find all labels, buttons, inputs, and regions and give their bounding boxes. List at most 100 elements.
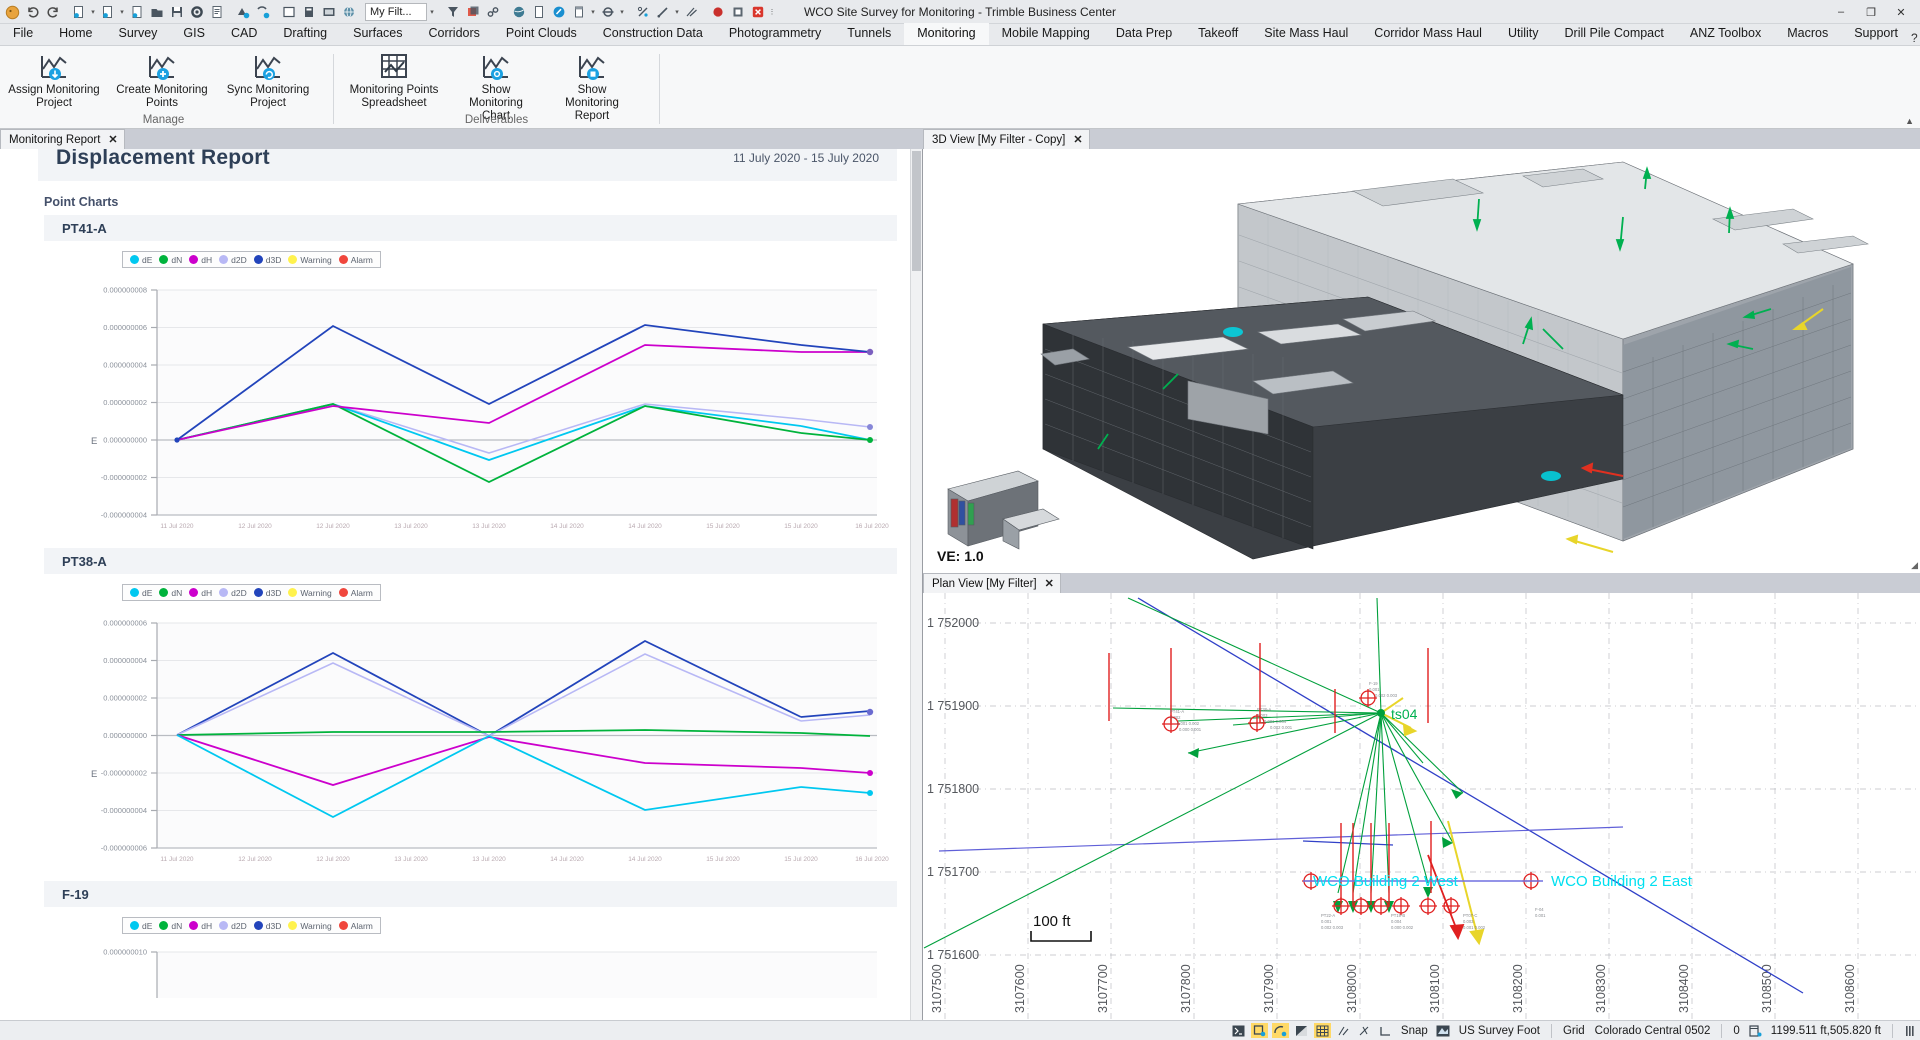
export-icon[interactable] [98, 3, 117, 22]
measure-icon[interactable] [653, 3, 672, 22]
tab-drill-pile-compact[interactable]: Drill Pile Compact [1552, 23, 1677, 45]
tab-macros[interactable]: Macros [1774, 23, 1841, 45]
tab-utility[interactable]: Utility [1495, 23, 1552, 45]
close-icon[interactable]: ✕ [108, 133, 117, 146]
filter-dropdown-icon[interactable]: ▾ [428, 8, 436, 16]
measure-dropdown-icon[interactable]: ▾ [673, 8, 681, 16]
settings-icon[interactable] [187, 3, 206, 22]
stop-icon[interactable] [728, 3, 747, 22]
box-icon[interactable] [299, 3, 318, 22]
close-button[interactable]: ✕ [1886, 1, 1916, 23]
globe-icon[interactable] [339, 3, 358, 22]
tab-anz-toolbox[interactable]: ANZ Toolbox [1677, 23, 1774, 45]
view-3d-pane[interactable]: VE: 1.0 ◢ [923, 149, 1920, 573]
plan-view-canvas[interactable]: 1 752000 1 751900 1 751800 1 751700 1 75… [923, 593, 1920, 1020]
snap-label[interactable]: Snap [1396, 1025, 1433, 1037]
tab-support[interactable]: Support [1841, 23, 1911, 45]
angle-tool-icon[interactable] [682, 3, 701, 22]
point-edit-icon[interactable] [253, 3, 272, 22]
tab-corridor-mass-haul[interactable]: Corridor Mass Haul [1361, 23, 1495, 45]
snap-dropdown-icon[interactable]: ▾ [618, 8, 626, 16]
sync-monitoring-project-button[interactable]: Sync Monitoring Project [216, 46, 320, 110]
tab-construction-data[interactable]: Construction Data [590, 23, 716, 45]
help-icon[interactable]: ? [1911, 31, 1918, 45]
resize-grip-icon[interactable] [1901, 1023, 1918, 1038]
tab-file[interactable]: File [0, 23, 46, 45]
new-project-icon[interactable] [127, 3, 146, 22]
tab-mobile-mapping[interactable]: Mobile Mapping [989, 23, 1103, 45]
show-monitoring-report-button[interactable]: Show Monitoring Report [544, 46, 640, 123]
perp-icon[interactable] [1356, 1023, 1373, 1038]
tangent-icon[interactable] [1335, 1023, 1352, 1038]
angle-icon[interactable] [1377, 1023, 1394, 1038]
filter-selector[interactable]: My Filt... [365, 3, 427, 21]
page-icon[interactable] [529, 3, 548, 22]
save-icon[interactable] [167, 3, 186, 22]
export-dropdown-icon[interactable]: ▾ [118, 8, 126, 16]
plan-view-tab[interactable]: Plan View [My Filter] ✕ [923, 573, 1061, 593]
tab-monitoring[interactable]: Monitoring [904, 23, 988, 45]
curve-snap-icon[interactable] [1272, 1023, 1289, 1038]
tab-photogrammetry[interactable]: Photogrammetry [716, 23, 834, 45]
units-icon[interactable] [1435, 1023, 1452, 1038]
panel-dropdown-icon[interactable]: ▾ [589, 8, 597, 16]
close-icon[interactable]: ✕ [1045, 577, 1054, 590]
units-label[interactable]: US Survey Foot [1454, 1025, 1545, 1037]
maximize-button[interactable]: ❐ [1856, 1, 1886, 23]
tab-takeoff[interactable]: Takeoff [1185, 23, 1251, 45]
window-icon[interactable] [279, 3, 298, 22]
tab-corridors[interactable]: Corridors [415, 23, 492, 45]
point-snap-icon[interactable] [1251, 1023, 1268, 1038]
command-icon[interactable] [1230, 1023, 1247, 1038]
tab-tunnels[interactable]: Tunnels [834, 23, 904, 45]
tab-cad[interactable]: CAD [218, 23, 270, 45]
monitoring-points-spreadsheet-button[interactable]: Monitoring Points Spreadsheet [340, 46, 448, 110]
coordinate-system-label[interactable]: Colorado Central 0502 [1590, 1025, 1716, 1037]
shade-icon[interactable] [1293, 1023, 1310, 1038]
percent-icon[interactable] [633, 3, 652, 22]
redo-icon[interactable] [43, 3, 62, 22]
import-dropdown-icon[interactable]: ▾ [89, 8, 97, 16]
view-3d-tab[interactable]: 3D View [My Filter - Copy] ✕ [923, 129, 1090, 149]
tab-point-clouds[interactable]: Point Clouds [493, 23, 590, 45]
filter-icon[interactable] [443, 3, 462, 22]
pen-icon[interactable] [549, 3, 568, 22]
overflow-icon[interactable]: ⋮ [768, 8, 776, 16]
view-3d-canvas[interactable] [923, 149, 1920, 573]
tab-drafting[interactable]: Drafting [270, 23, 340, 45]
app-menu-icon[interactable] [3, 3, 22, 22]
layers-icon[interactable] [463, 3, 482, 22]
ribbon-collapse-icon[interactable]: ▲ [1905, 116, 1914, 126]
minimize-button[interactable]: – [1826, 1, 1856, 23]
record-icon[interactable] [708, 3, 727, 22]
close-icon[interactable]: ✕ [1073, 133, 1082, 146]
monitoring-report-pane[interactable]: Displacement Report 11 July 2020 - 15 Ju… [0, 149, 923, 1020]
earth-icon[interactable] [509, 3, 528, 22]
panel-icon[interactable] [569, 3, 588, 22]
grid-snap-icon[interactable] [1314, 1023, 1331, 1038]
document-tab-monitoring-report[interactable]: Monitoring Report ✕ [0, 129, 125, 149]
view-3d-resize-grip[interactable]: ◢ [1911, 560, 1918, 571]
report-scrollbar[interactable] [910, 149, 922, 1020]
import-icon[interactable] [69, 3, 88, 22]
create-monitoring-points-button[interactable]: Create Monitoring Points [108, 46, 216, 110]
image-icon[interactable] [319, 3, 338, 22]
undo-icon[interactable] [23, 3, 42, 22]
link-icon[interactable] [483, 3, 502, 22]
grid-label[interactable]: Grid [1558, 1025, 1590, 1037]
point-add-icon[interactable] [233, 3, 252, 22]
tab-survey[interactable]: Survey [106, 23, 171, 45]
tab-data-prep[interactable]: Data Prep [1103, 23, 1185, 45]
report-icon[interactable] [207, 3, 226, 22]
tab-site-mass-haul[interactable]: Site Mass Haul [1251, 23, 1361, 45]
close-red-icon[interactable] [748, 3, 767, 22]
snap-icon[interactable] [598, 3, 617, 22]
tab-gis[interactable]: GIS [170, 23, 218, 45]
tab-surfaces[interactable]: Surfaces [340, 23, 415, 45]
show-monitoring-chart-button[interactable]: Show Monitoring Chart [448, 46, 544, 123]
tab-home[interactable]: Home [46, 23, 105, 45]
plan-view-pane[interactable]: 1 752000 1 751900 1 751800 1 751700 1 75… [923, 593, 1920, 1020]
scroll-thumb[interactable] [912, 151, 921, 271]
open-project-icon[interactable] [147, 3, 166, 22]
assign-monitoring-project-button[interactable]: Assign Monitoring Project [0, 46, 108, 110]
